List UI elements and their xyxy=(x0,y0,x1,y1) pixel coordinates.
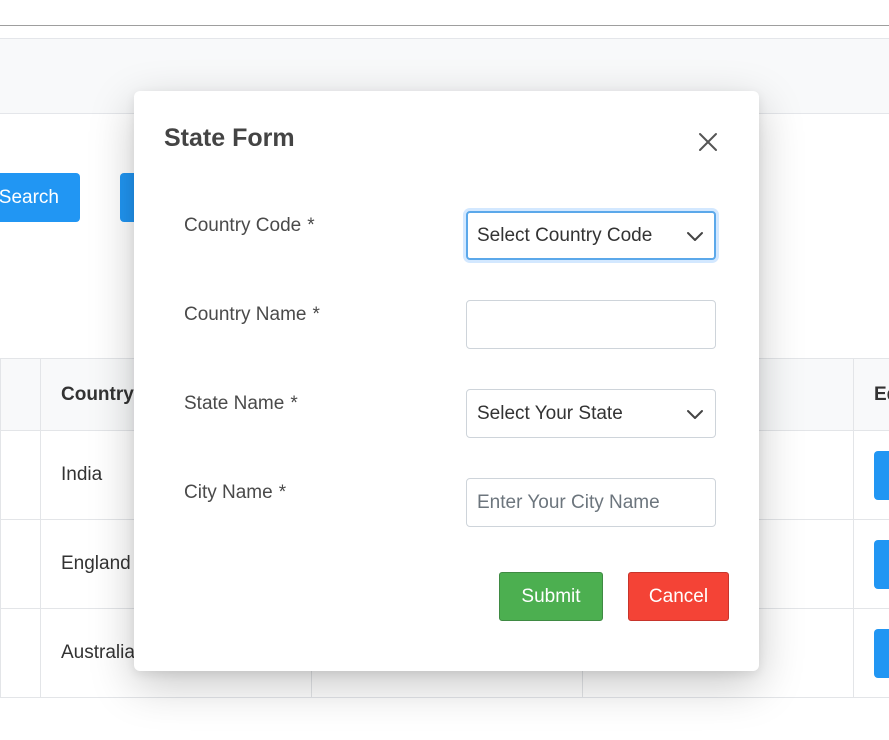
modal-title: State Form xyxy=(164,124,295,152)
close-icon xyxy=(699,133,717,151)
country-code-selected-value: Select Country Code xyxy=(477,224,653,246)
cancel-button[interactable]: Cancel xyxy=(628,572,729,621)
required-mark: * xyxy=(312,304,320,325)
table-cell xyxy=(0,608,41,698)
edit-button[interactable] xyxy=(874,628,889,678)
state-form-modal: State Form Country Code * Select Country … xyxy=(134,91,759,671)
city-name-label-text: City Name xyxy=(184,482,273,503)
country-code-label: Country Code * xyxy=(184,215,315,237)
column-header xyxy=(0,358,41,431)
table-cell-edit xyxy=(853,608,889,698)
country-code-label-text: Country Code xyxy=(184,215,302,236)
close-button[interactable] xyxy=(695,129,721,155)
city-name-placeholder: Enter Your City Name xyxy=(477,491,660,513)
table-cell-edit xyxy=(853,430,889,520)
chevron-down-icon xyxy=(687,409,703,419)
edit-button[interactable] xyxy=(874,539,889,589)
submit-button[interactable]: Submit xyxy=(499,572,603,621)
required-mark: * xyxy=(290,393,298,414)
top-divider xyxy=(0,25,889,26)
country-name-input[interactable] xyxy=(466,300,716,349)
state-name-label-text: State Name xyxy=(184,393,285,414)
table-cell xyxy=(0,519,41,609)
city-name-input[interactable]: Enter Your City Name xyxy=(466,478,716,527)
required-mark: * xyxy=(278,482,287,503)
required-mark: * xyxy=(307,215,315,236)
city-name-label: City Name * xyxy=(184,482,286,504)
edit-button[interactable] xyxy=(874,450,889,500)
state-name-select[interactable]: Select Your State xyxy=(466,389,716,438)
search-button[interactable]: Search xyxy=(0,173,80,222)
country-code-select[interactable]: Select Country Code xyxy=(466,211,716,260)
country-name-label-text: Country Name xyxy=(184,304,307,325)
state-name-label: State Name * xyxy=(184,393,298,415)
country-name-label: Country Name * xyxy=(184,304,320,326)
page: Search Country Ed India xyxy=(0,0,889,740)
table-cell-edit xyxy=(853,519,889,609)
table-cell xyxy=(0,430,41,520)
column-header-edit: Ed xyxy=(853,358,889,431)
state-name-selected-value: Select Your State xyxy=(477,402,623,424)
chevron-down-icon xyxy=(687,231,703,241)
